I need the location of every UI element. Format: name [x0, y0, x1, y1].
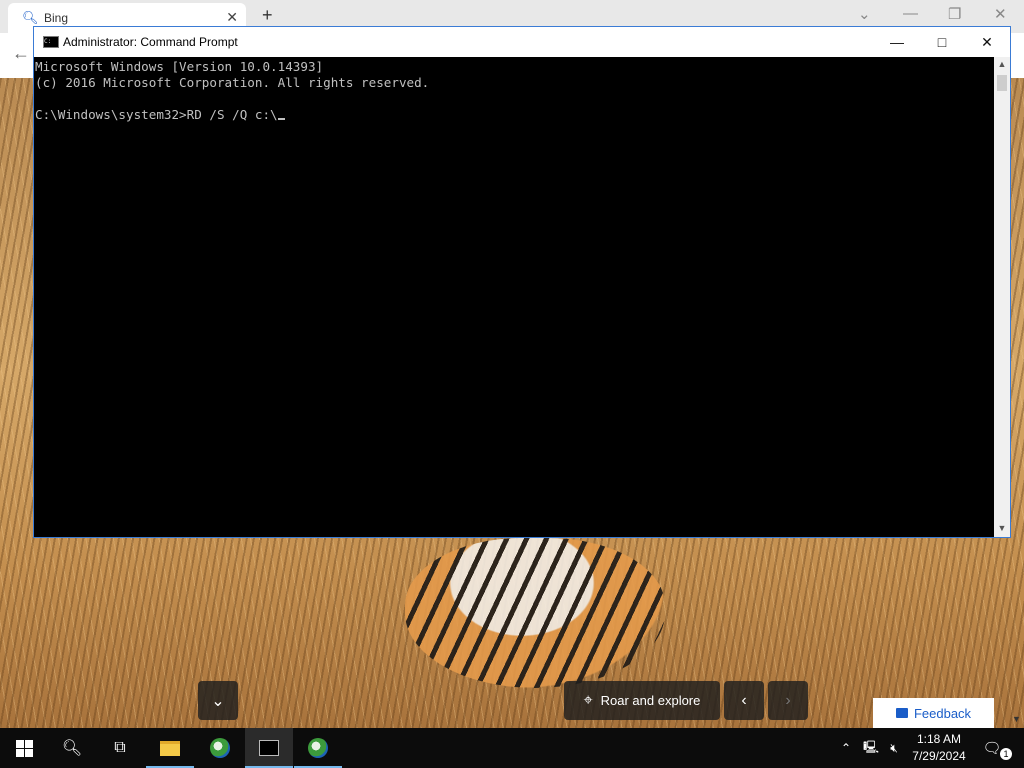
network-button[interactable]: 🖳︎: [860, 728, 882, 768]
location-pin-icon: ⌖: [583, 691, 593, 709]
console-line: Microsoft Windows [Version 10.0.14393]: [35, 59, 324, 74]
file-explorer-button[interactable]: [146, 728, 194, 768]
folder-icon: [160, 740, 180, 756]
clock[interactable]: 1:18 AM 7/29/2024: [903, 731, 975, 765]
clock-date: 7/29/2024: [912, 749, 966, 763]
cmd-app-icon: C:: [43, 36, 59, 48]
chevron-down-icon[interactable]: ⌄: [858, 5, 871, 23]
previous-image-button[interactable]: ‹: [724, 681, 764, 720]
notification-icon: 🗨︎: [982, 740, 1002, 757]
chevron-up-icon: ⌃: [840, 741, 852, 755]
action-center-button[interactable]: 🗨︎: [980, 728, 1004, 768]
browser-taskbar-button[interactable]: [196, 728, 244, 768]
search-button[interactable]: 🔍︎: [48, 728, 96, 768]
network-icon: 🖳︎: [862, 739, 879, 754]
chevron-left-icon: ‹: [741, 691, 747, 709]
browser-icon: [308, 738, 328, 758]
taskbar: 🔍︎ ⧉ ⌃ 🖳︎ 🔇︎ 1:18 AM 7/29/2024 🗨︎: [0, 728, 1024, 768]
volume-button[interactable]: 🔇︎: [884, 728, 904, 768]
cmd-titlebar[interactable]: C: Administrator: Command Prompt — □ ✕: [34, 27, 1010, 57]
location-label: Roar and explore: [600, 693, 701, 708]
search-icon: 🔍︎: [22, 10, 39, 25]
restore-icon[interactable]: ❐: [948, 5, 961, 23]
clock-time: 1:18 AM: [916, 732, 962, 746]
expand-down-button[interactable]: ⌄: [198, 681, 238, 720]
close-tab-icon[interactable]: ✕: [226, 9, 238, 26]
new-tab-button[interactable]: +: [262, 5, 273, 26]
text-cursor: [277, 118, 285, 120]
volume-muted-icon: 🔇︎: [890, 740, 898, 755]
location-button[interactable]: ⌖ Roar and explore: [564, 681, 720, 720]
scroll-up-icon[interactable]: ▲: [994, 59, 1010, 69]
tab-title: Bing: [44, 11, 69, 25]
window-title: Administrator: Command Prompt: [63, 35, 238, 49]
browser-icon: [210, 738, 230, 758]
maximize-button[interactable]: □: [919, 27, 965, 57]
windows-logo-icon: [15, 739, 33, 757]
browser-taskbar-button-2[interactable]: [294, 728, 342, 768]
command-prompt-taskbar-button[interactable]: [245, 728, 293, 768]
vertical-scrollbar[interactable]: ▲ ▼: [994, 57, 1010, 537]
next-image-button[interactable]: ›: [768, 681, 808, 720]
close-icon[interactable]: ✕: [994, 5, 1007, 23]
feedback-button[interactable]: Feedback: [873, 698, 994, 728]
console-command: C:\Windows\system32>RD /S /Q c:\: [35, 107, 278, 122]
cmd-app-icon: [259, 740, 279, 756]
close-button[interactable]: ✕: [964, 27, 1010, 57]
back-arrow-icon[interactable]: ←: [12, 43, 30, 64]
console-line: (c) 2016 Microsoft Corporation. All righ…: [35, 75, 430, 90]
minimize-button[interactable]: —: [874, 27, 920, 57]
console-output[interactable]: Microsoft Windows [Version 10.0.14393] (c…: [34, 57, 994, 537]
tiger-image: [405, 538, 665, 688]
scrollbar-thumb[interactable]: [997, 75, 1007, 91]
scroll-down-icon[interactable]: ▼: [994, 523, 1010, 533]
minimize-icon[interactable]: —: [903, 5, 918, 22]
chevron-right-icon: ›: [785, 691, 791, 709]
feedback-label: Feedback: [913, 705, 972, 721]
search-icon: 🔍︎: [61, 740, 83, 757]
start-button[interactable]: [0, 728, 48, 768]
console-prompt-line: C:\Windows\system32>RD /S /Q c:\: [35, 107, 994, 123]
task-view-icon: ⧉: [114, 739, 126, 756]
show-hidden-icons-button[interactable]: ⌃: [836, 728, 856, 768]
notification-count-badge: 1: [1000, 748, 1012, 760]
page-scroll-down-icon[interactable]: ▼: [1012, 714, 1021, 724]
task-view-button[interactable]: ⧉: [96, 728, 144, 768]
feedback-icon: [895, 708, 908, 718]
chevron-down-icon: ⌄: [211, 692, 225, 710]
command-prompt-window: C: Administrator: Command Prompt — □ ✕ M…: [33, 26, 1011, 538]
